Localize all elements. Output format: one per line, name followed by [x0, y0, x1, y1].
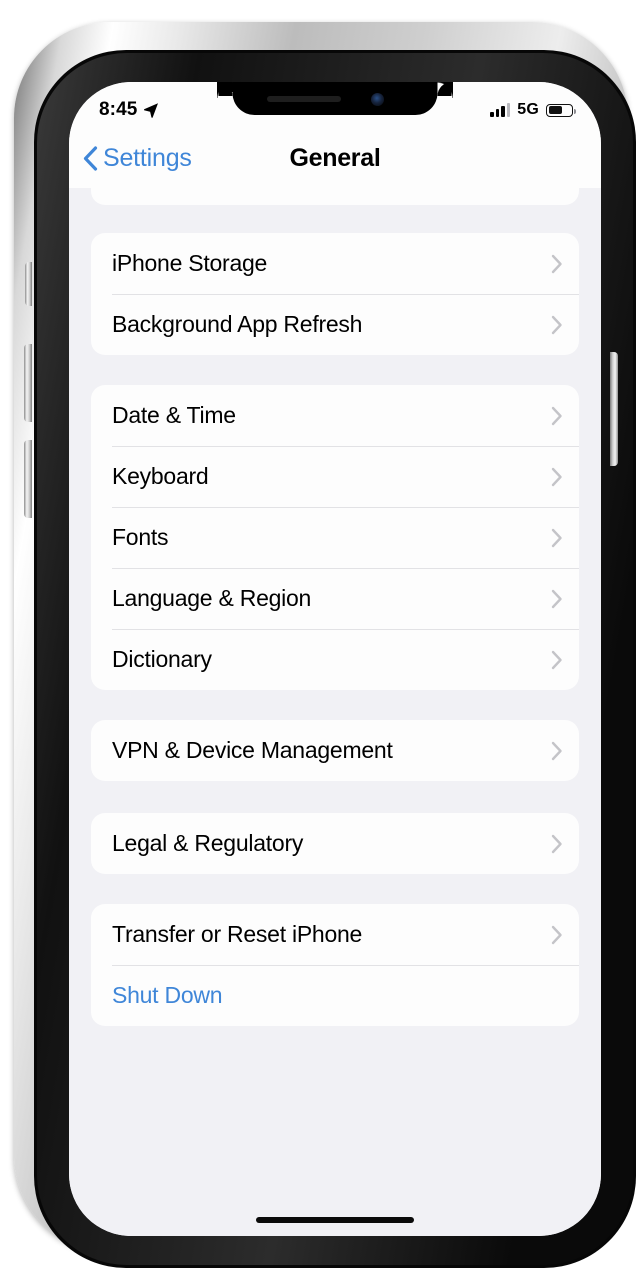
chevron-left-icon [83, 145, 98, 171]
status-time: 8:45 [99, 99, 138, 120]
home-indicator[interactable] [256, 1217, 414, 1223]
settings-row[interactable]: Transfer or Reset iPhone [91, 904, 579, 965]
settings-row[interactable]: Shut Down [91, 965, 579, 1026]
settings-group: CarPlay [91, 188, 579, 205]
settings-row-label: VPN & Device Management [112, 737, 393, 763]
volume-down-button[interactable] [24, 440, 32, 518]
settings-group: Legal & Regulatory [91, 813, 579, 874]
navigation-bar: Settings General [69, 128, 601, 188]
settings-row[interactable]: Fonts [91, 507, 579, 568]
signal-bars-icon [490, 103, 511, 117]
settings-row[interactable]: iPhone Storage [91, 233, 579, 294]
chevron-right-icon [551, 528, 562, 547]
settings-group: Transfer or Reset iPhone Shut Down [91, 904, 579, 1026]
status-bar-right: 5G [490, 101, 577, 119]
settings-row-label: Language & Region [112, 585, 312, 611]
settings-group: iPhone Storage Background App Refresh [91, 233, 579, 355]
battery-level-fill [548, 106, 563, 114]
settings-row-label: Fonts [112, 524, 169, 550]
settings-row[interactable]: Legal & Regulatory [91, 813, 579, 874]
settings-list[interactable]: CarPlay iPhone Storage Background App Refr… [69, 188, 601, 1236]
settings-row[interactable]: Dictionary [91, 629, 579, 690]
settings-row-label: Date & Time [112, 402, 236, 428]
chevron-right-icon [551, 925, 562, 944]
settings-row-label: Shut Down [112, 982, 223, 1008]
notch-corner-right [437, 82, 453, 98]
chevron-right-icon [551, 589, 562, 608]
chevron-right-icon [551, 650, 562, 669]
settings-row-label: Keyboard [112, 463, 209, 489]
chevron-right-icon [551, 406, 562, 425]
settings-row[interactable]: Language & Region [91, 568, 579, 629]
chevron-right-icon [551, 834, 562, 853]
chevron-right-icon [551, 741, 562, 760]
silence-switch[interactable] [25, 262, 32, 306]
settings-group: VPN & Device Management [91, 720, 579, 781]
network-type-label: 5G [517, 101, 539, 118]
settings-row-label: Legal & Regulatory [112, 830, 304, 856]
settings-row[interactable]: Background App Refresh [91, 294, 579, 355]
notch-corner-left [217, 82, 233, 98]
volume-up-button[interactable] [24, 344, 32, 422]
settings-row-label: Background App Refresh [112, 311, 363, 337]
status-bar-left: 8:45 [99, 99, 159, 121]
phone-screen: 8:45 5G Settings General iPhone Storage … [69, 82, 601, 1236]
phone-frame: 8:45 5G Settings General iPhone Storage … [14, 22, 636, 1268]
earpiece-speaker-icon [267, 96, 341, 102]
back-button-label: Settings [103, 143, 192, 172]
settings-group: Date & Time Keyboard Fonts Language & Regio… [91, 385, 579, 690]
settings-row[interactable]: VPN & Device Management [91, 720, 579, 781]
settings-row[interactable]: CarPlay [91, 188, 579, 205]
chevron-right-icon [551, 315, 562, 334]
settings-row-label: Dictionary [112, 646, 212, 672]
settings-row-label: iPhone Storage [112, 250, 268, 276]
location-arrow-icon [143, 102, 159, 118]
power-button[interactable] [610, 352, 618, 466]
chevron-right-icon [551, 254, 562, 273]
settings-row[interactable]: Keyboard [91, 446, 579, 507]
back-button[interactable]: Settings [69, 144, 192, 173]
battery-icon [546, 103, 577, 117]
settings-row-label: Transfer or Reset iPhone [112, 921, 363, 947]
front-camera-icon [371, 93, 384, 106]
chevron-right-icon [551, 467, 562, 486]
settings-row[interactable]: Date & Time [91, 385, 579, 446]
